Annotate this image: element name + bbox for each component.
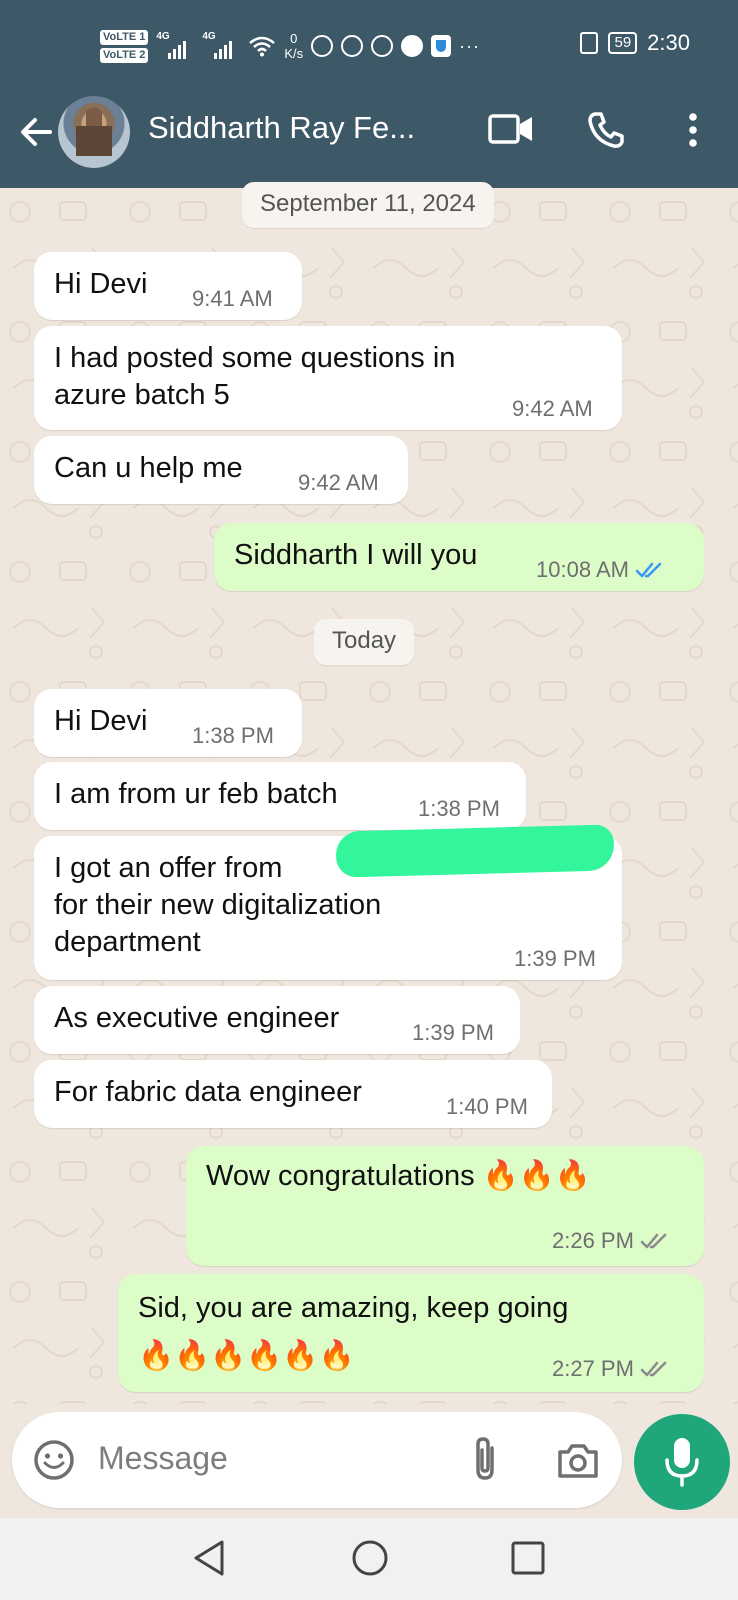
speed-value: 0 bbox=[290, 31, 298, 46]
sim2-label: VoLTE 2 bbox=[100, 47, 149, 63]
delivered-receipt-icon bbox=[640, 1233, 667, 1249]
app-notification-icon bbox=[311, 35, 334, 57]
smiley-icon[interactable] bbox=[32, 1438, 76, 1482]
more-vertical-icon[interactable] bbox=[676, 110, 710, 150]
shield-icon bbox=[431, 35, 452, 57]
message-meta: 2:27 PM bbox=[552, 1356, 670, 1382]
paperclip-icon[interactable] bbox=[468, 1434, 504, 1484]
video-call-icon[interactable] bbox=[488, 112, 534, 146]
avatar[interactable] bbox=[58, 96, 130, 168]
redaction-highlight bbox=[335, 824, 615, 878]
message-time: 10:08 AM bbox=[536, 557, 629, 582]
microphone-button[interactable] bbox=[634, 1414, 730, 1510]
message-bubble-incoming[interactable]: Hi Devi 1:38 PM bbox=[34, 689, 302, 757]
message-text: As executive engineer bbox=[54, 1002, 340, 1034]
message-text: I had posted some questions in azure bat… bbox=[54, 342, 456, 411]
app-notification-icon bbox=[371, 35, 394, 57]
message-time: 1:38 PM bbox=[418, 796, 500, 821]
phone-icon[interactable] bbox=[586, 110, 626, 150]
nav-back-icon[interactable] bbox=[190, 1536, 230, 1580]
message-time: 1:39 PM bbox=[412, 1020, 494, 1045]
chat-header: Siddharth Ray Fe... bbox=[0, 90, 738, 188]
message-bubble-incoming[interactable]: Can u help me 9:42 AM bbox=[34, 436, 408, 504]
message-text: Hi Devi bbox=[54, 705, 148, 737]
volte-indicators: VoLTE 1 VoLTE 2 bbox=[100, 29, 149, 63]
read-receipt-icon bbox=[635, 562, 662, 578]
message-time: 2:26 PM bbox=[552, 1228, 634, 1253]
message-composer[interactable]: Message bbox=[12, 1412, 622, 1508]
message-text: Sid, you are amazing, keep going 🔥🔥🔥🔥🔥🔥 bbox=[138, 1292, 569, 1372]
app-notification-icon bbox=[341, 35, 364, 57]
status-right: 59 2:30 bbox=[580, 30, 690, 56]
sim1-label: VoLTE 1 bbox=[100, 29, 149, 45]
top-bar: VoLTE 1 VoLTE 2 4G 4G 0 K/s ··· 59 2:30 … bbox=[0, 0, 738, 188]
system-nav-bar bbox=[0, 1518, 738, 1600]
signal-2-icon: 4G bbox=[202, 31, 240, 61]
camera-icon[interactable] bbox=[556, 1440, 600, 1480]
battery-icon: 59 bbox=[608, 32, 638, 54]
status-left: VoLTE 1 VoLTE 2 4G 4G 0 K/s ··· bbox=[100, 24, 480, 68]
network-speed: 0 K/s bbox=[284, 31, 303, 61]
contact-name[interactable]: Siddharth Ray Fe... bbox=[148, 110, 415, 146]
message-bubble-incoming[interactable]: As executive engineer 1:39 PM bbox=[34, 986, 520, 1054]
message-bubble-incoming[interactable]: I had posted some questions in azure bat… bbox=[34, 326, 622, 430]
status-bar: VoLTE 1 VoLTE 2 4G 4G 0 K/s ··· 59 2:30 bbox=[0, 0, 738, 90]
message-bubble-incoming[interactable]: I am from ur feb batch 1:38 PM bbox=[34, 762, 526, 830]
notification-icons: ··· bbox=[311, 35, 480, 57]
message-text: I got an offer from for their new digita… bbox=[54, 852, 382, 958]
signal-1-icon: 4G bbox=[156, 31, 194, 61]
vibrate-icon bbox=[580, 32, 599, 54]
date-divider: Today bbox=[314, 619, 415, 665]
message-bubble-outgoing[interactable]: Siddharth I will you 10:08 AM bbox=[214, 523, 704, 591]
message-input[interactable]: Message bbox=[98, 1440, 228, 1477]
clock: 2:30 bbox=[647, 30, 690, 55]
message-time: 2:27 PM bbox=[552, 1356, 634, 1381]
message-text: I am from ur feb batch bbox=[54, 778, 338, 810]
message-time: 1:40 PM bbox=[446, 1094, 528, 1119]
message-text: Hi Devi bbox=[54, 268, 148, 300]
nav-recents-icon[interactable] bbox=[508, 1538, 548, 1578]
message-text: Can u help me bbox=[54, 452, 243, 484]
message-meta: 2:26 PM bbox=[552, 1228, 670, 1254]
message-time: 9:41 AM bbox=[192, 286, 273, 311]
arrow-left-icon[interactable] bbox=[16, 112, 56, 152]
message-bubble-incoming[interactable]: For fabric data engineer 1:40 PM bbox=[34, 1060, 552, 1128]
message-text: Siddharth I will you bbox=[234, 539, 478, 571]
speed-unit: K/s bbox=[284, 46, 304, 61]
message-bubble-incoming[interactable]: Hi Devi 9:41 AM bbox=[34, 252, 302, 320]
app-notification-icon bbox=[401, 35, 424, 57]
message-bubble-outgoing[interactable]: Sid, you are amazing, keep going 🔥🔥🔥🔥🔥🔥 … bbox=[118, 1274, 704, 1392]
message-time: 9:42 AM bbox=[298, 470, 379, 495]
nav-home-icon[interactable] bbox=[350, 1536, 390, 1580]
message-time: 9:42 AM bbox=[512, 396, 593, 421]
more-notifications: ··· bbox=[459, 35, 481, 56]
message-text: Wow congratulations 🔥🔥🔥 bbox=[206, 1160, 592, 1192]
date-divider: September 11, 2024 bbox=[242, 182, 494, 228]
message-meta: 10:08 AM bbox=[536, 557, 665, 583]
message-bubble-outgoing[interactable]: Wow congratulations 🔥🔥🔥 2:26 PM bbox=[186, 1146, 704, 1266]
message-text: For fabric data engineer bbox=[54, 1076, 362, 1108]
wifi-icon bbox=[249, 36, 276, 57]
delivered-receipt-icon bbox=[640, 1361, 667, 1377]
microphone-icon bbox=[665, 1438, 699, 1487]
message-time: 1:39 PM bbox=[514, 946, 596, 971]
message-time: 1:38 PM bbox=[192, 723, 274, 748]
